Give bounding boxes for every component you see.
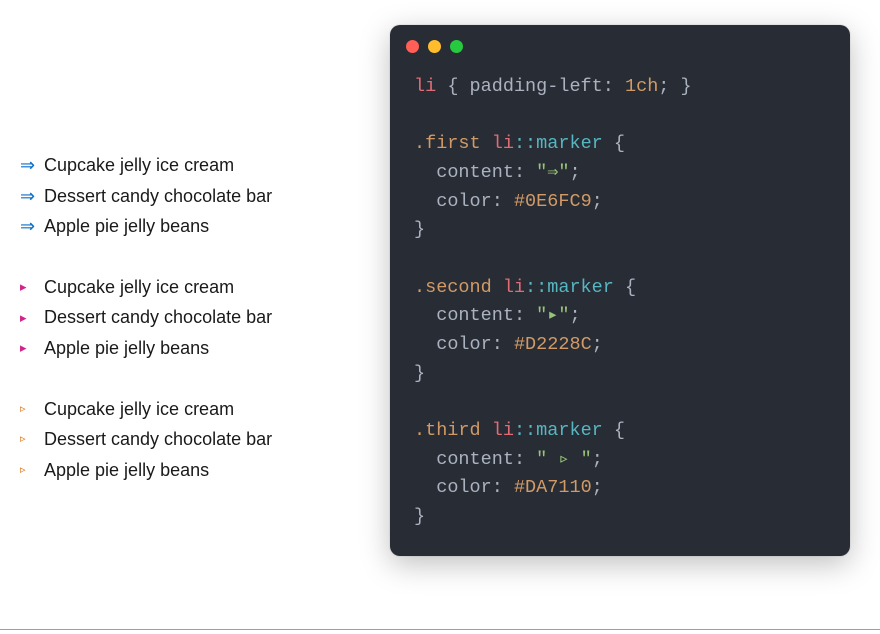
list-item: ▸ Dessert candy chocolate bar <box>20 302 360 333</box>
marker-arrow-icon: ⇒ <box>20 181 44 212</box>
code-token: color <box>436 191 492 212</box>
code-token: #DA7110 <box>514 477 592 498</box>
list-item: ▸ Cupcake jelly ice cream <box>20 272 360 303</box>
marker-outline-triangle-icon: ▹ <box>20 400 44 419</box>
code-token <box>414 477 436 498</box>
code-token: { <box>614 277 636 298</box>
code-token <box>414 162 436 183</box>
code-token: } <box>414 219 425 240</box>
code-block: li { padding-left: 1ch; } .first li::mar… <box>390 59 850 538</box>
code-token: : <box>514 449 536 470</box>
code-token: : <box>492 191 514 212</box>
list-item: ▹ Apple pie jelly beans <box>20 455 360 486</box>
code-token: : <box>492 334 514 355</box>
marker-outline-triangle-icon: ▹ <box>20 430 44 449</box>
code-token: color <box>436 477 492 498</box>
code-token: : <box>514 305 536 326</box>
list-item-text: Cupcake jelly ice cream <box>44 150 234 181</box>
code-token: #0E6FC9 <box>514 191 592 212</box>
code-token: 1ch <box>625 76 658 97</box>
code-token: "▸" <box>536 305 569 326</box>
code-token <box>414 334 436 355</box>
code-token: ; <box>592 191 603 212</box>
marker-triangle-icon: ▸ <box>20 276 44 298</box>
list-item-text: Apple pie jelly beans <box>44 333 209 364</box>
rendered-output-panel: ⇒ Cupcake jelly ice cream ⇒ Dessert cand… <box>0 0 380 515</box>
code-token: li <box>503 277 525 298</box>
code-token: ::marker <box>525 277 614 298</box>
list-item-text: Dessert candy chocolate bar <box>44 181 272 212</box>
divider <box>0 629 880 630</box>
code-token: { <box>603 420 625 441</box>
code-token: content <box>436 162 514 183</box>
code-token: : <box>514 162 536 183</box>
code-token <box>414 305 436 326</box>
code-token: .first <box>414 133 481 154</box>
code-token: ; <box>592 477 603 498</box>
code-token <box>414 191 436 212</box>
code-token: ; <box>570 305 581 326</box>
code-token: #D2228C <box>514 334 592 355</box>
code-token: ; <box>592 334 603 355</box>
list-third: ▹ Cupcake jelly ice cream ▹ Dessert cand… <box>20 394 360 486</box>
code-token: " ▹ " <box>536 449 592 470</box>
code-token: li <box>492 133 514 154</box>
code-token: : <box>603 76 625 97</box>
code-token: { <box>603 133 625 154</box>
code-token: .second <box>414 277 492 298</box>
list-first: ⇒ Cupcake jelly ice cream ⇒ Dessert cand… <box>20 150 360 242</box>
list-item-text: Apple pie jelly beans <box>44 211 209 242</box>
list-item: ▹ Dessert candy chocolate bar <box>20 424 360 455</box>
code-token: : <box>492 477 514 498</box>
code-token: li <box>414 76 436 97</box>
marker-arrow-icon: ⇒ <box>20 211 44 242</box>
code-token: ; <box>570 162 581 183</box>
list-item-text: Dessert candy chocolate bar <box>44 302 272 333</box>
code-token: { <box>436 76 469 97</box>
code-token: ::marker <box>514 420 603 441</box>
minimize-icon[interactable] <box>428 40 441 53</box>
list-item-text: Dessert candy chocolate bar <box>44 424 272 455</box>
marker-triangle-icon: ▸ <box>20 337 44 359</box>
code-editor-window: li { padding-left: 1ch; } .first li::mar… <box>390 25 850 556</box>
code-token: color <box>436 334 492 355</box>
list-item-text: Apple pie jelly beans <box>44 455 209 486</box>
close-icon[interactable] <box>406 40 419 53</box>
code-token: li <box>492 420 514 441</box>
maximize-icon[interactable] <box>450 40 463 53</box>
list-item-text: Cupcake jelly ice cream <box>44 272 234 303</box>
marker-arrow-icon: ⇒ <box>20 150 44 181</box>
code-token: } <box>414 506 425 527</box>
code-token: "⇒" <box>536 162 569 183</box>
code-token: ::marker <box>514 133 603 154</box>
list-item: ⇒ Dessert candy chocolate bar <box>20 181 360 212</box>
code-token <box>414 449 436 470</box>
code-token: } <box>414 363 425 384</box>
window-titlebar <box>390 25 850 59</box>
marker-outline-triangle-icon: ▹ <box>20 461 44 480</box>
code-token: ; <box>592 449 603 470</box>
list-item: ▹ Cupcake jelly ice cream <box>20 394 360 425</box>
list-second: ▸ Cupcake jelly ice cream ▸ Dessert cand… <box>20 272 360 364</box>
code-token: content <box>436 305 514 326</box>
list-item: ▸ Apple pie jelly beans <box>20 333 360 364</box>
code-token: padding-left <box>470 76 603 97</box>
marker-triangle-icon: ▸ <box>20 307 44 329</box>
list-item: ⇒ Apple pie jelly beans <box>20 211 360 242</box>
code-token: ; } <box>658 76 691 97</box>
list-item-text: Cupcake jelly ice cream <box>44 394 234 425</box>
code-token: .third <box>414 420 481 441</box>
list-item: ⇒ Cupcake jelly ice cream <box>20 150 360 181</box>
code-token: content <box>436 449 514 470</box>
